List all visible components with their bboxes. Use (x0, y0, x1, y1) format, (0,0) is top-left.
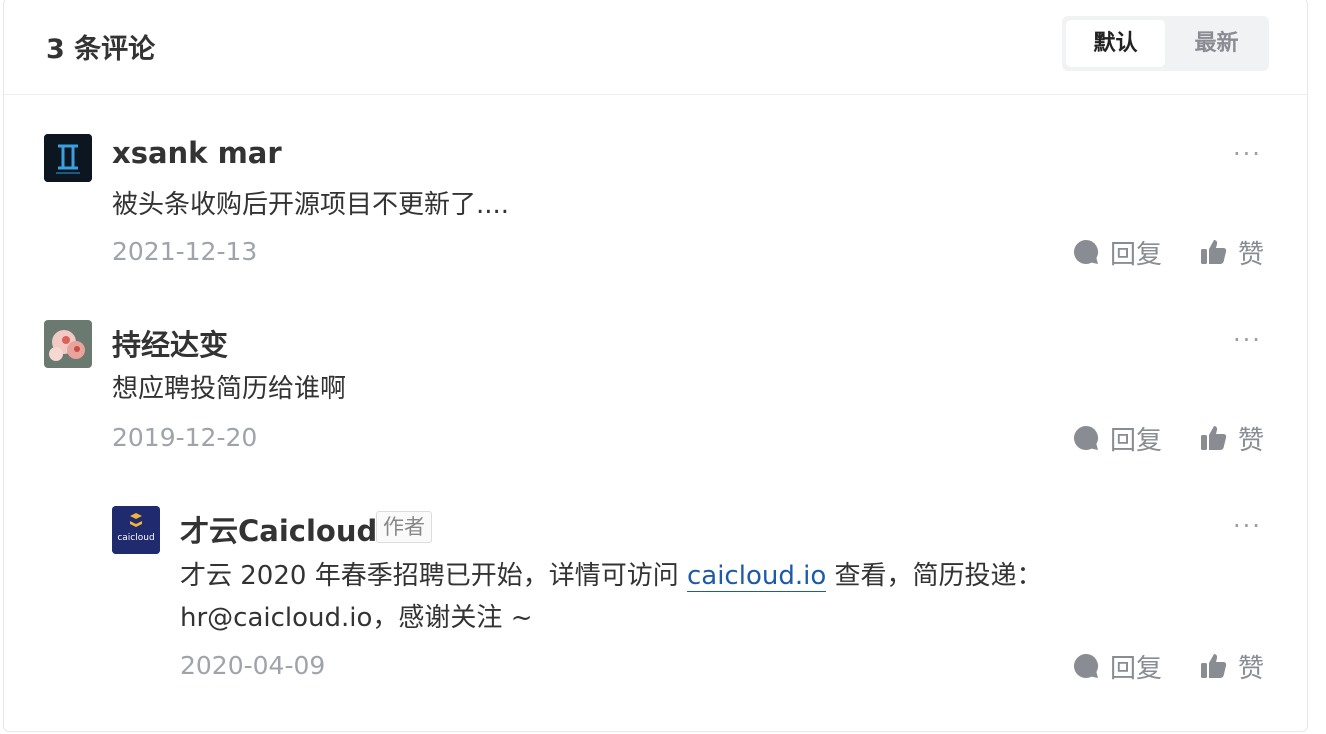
reply-author-name[interactable]: 才云Caicloud (180, 508, 377, 550)
reply-button[interactable]: 回复 (1072, 421, 1163, 456)
comment-content: 被头条收购后开源项目不更新了.... (112, 190, 510, 220)
like-button[interactable]: 赞 (1200, 235, 1265, 270)
caicloud-logo-icon: caicloud (112, 506, 160, 554)
sort-toggle: 默认 最新 (1062, 16, 1269, 71)
reply-content-text: 才云 2020 年春季招聘已开始，详情可访问 (180, 561, 687, 591)
caicloud-link[interactable]: caicloud.io (686, 561, 827, 592)
flower-avatar-icon (44, 320, 92, 368)
caicloud-logo-text: caicloud (117, 533, 154, 543)
avatar[interactable] (44, 134, 92, 182)
thumbs-up-icon (1201, 240, 1227, 264)
more-options-icon[interactable]: ··· (1233, 140, 1262, 168)
reply-label: 回复 (1110, 653, 1163, 684)
reply-content: 才云 2020 年春季招聘已开始，详情可访问 caicloud.io 查看，简历… (180, 555, 1230, 639)
reply-label: 回复 (1110, 239, 1163, 270)
comment-date: 2019-12-20 (112, 423, 258, 452)
gemini-avatar-icon (44, 134, 92, 182)
author-badge: 作者 (376, 511, 432, 543)
comment-content: 想应聘投简历给谁啊 (112, 374, 347, 404)
comment-bubble-icon (1073, 654, 1099, 678)
sort-default-button[interactable]: 默认 (1066, 20, 1165, 67)
like-label: 赞 (1238, 239, 1265, 270)
comment-date: 2021-12-13 (112, 237, 258, 266)
reply-label: 回复 (1110, 425, 1163, 456)
more-options-icon[interactable]: ··· (1233, 512, 1262, 540)
comment-bubble-icon (1073, 425, 1099, 450)
reply-content-text: 查看，简历投递： (826, 561, 1043, 591)
comments-header: 3 条评论 默认 最新 (4, 0, 1307, 95)
comment-author-name[interactable]: xsank mar (112, 136, 282, 170)
comment-bubble-icon (1073, 239, 1099, 264)
reply-content-text: hr@caicloud.io，感谢关注 ~ (180, 603, 533, 633)
more-options-icon[interactable]: ··· (1233, 326, 1262, 354)
like-label: 赞 (1238, 425, 1265, 456)
reply-date: 2020-04-09 (180, 651, 326, 680)
thumbs-up-icon (1201, 654, 1227, 678)
comment-count-title: 3 条评论 (46, 34, 156, 65)
sort-latest-button[interactable]: 最新 (1167, 20, 1266, 67)
comment-author-name[interactable]: 持经达变 (112, 322, 228, 364)
avatar[interactable]: caicloud (112, 506, 160, 554)
like-button[interactable]: 赞 (1200, 421, 1265, 456)
reply-button[interactable]: 回复 (1072, 649, 1163, 684)
like-label: 赞 (1238, 653, 1265, 684)
thumbs-up-icon (1201, 426, 1227, 450)
reply-button[interactable]: 回复 (1072, 235, 1163, 270)
like-button[interactable]: 赞 (1200, 649, 1265, 684)
avatar[interactable] (44, 320, 92, 368)
